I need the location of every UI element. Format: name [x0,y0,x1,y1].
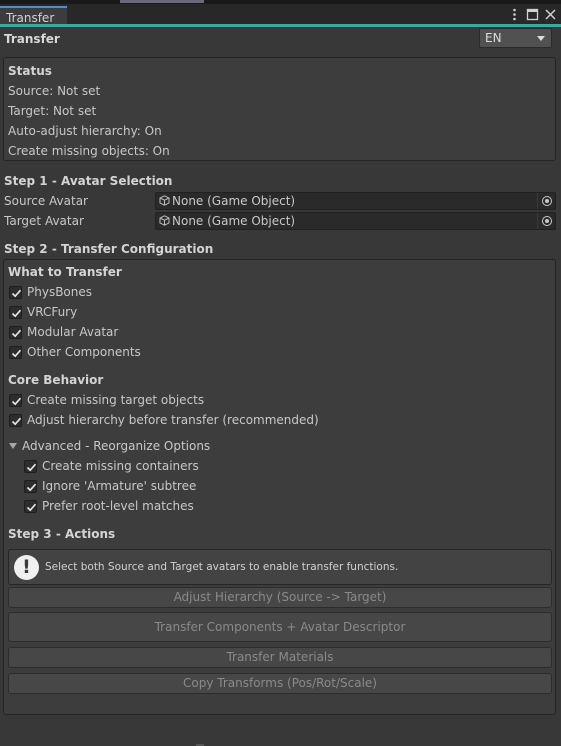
game-object-icon [159,195,170,206]
core-behavior-title: Core Behavior [8,373,104,387]
checkbox-label: Ignore 'Armature' subtree [42,479,197,493]
configuration-box: What to Transfer PhysBones VRCFury Modul… [3,259,556,715]
maximize-icon[interactable] [526,7,539,22]
status-source: Source: Not set [8,84,101,98]
transfer-window: Transfer EN Status Source: Not set Targe… [0,27,561,746]
checkbox[interactable] [9,305,22,319]
window-header-title: Transfer [4,32,60,46]
check-icon [11,329,22,337]
copy-transforms-button[interactable]: Copy Transforms (Pos/Rot/Scale) [8,673,552,694]
tab-label: Transfer [6,11,55,25]
status-box: Status Source: Not set Target: Not set A… [3,57,556,161]
target-avatar-label: Target Avatar [4,214,84,228]
window-controls [508,7,557,22]
checkbox-label: Create missing target objects [27,393,205,407]
language-value: EN [485,31,502,45]
check-icon [26,483,37,491]
checkbox-row-create-containers[interactable]: Create missing containers [24,458,199,474]
checkbox[interactable] [9,285,22,299]
status-title: Status [8,64,52,78]
checkbox[interactable] [24,479,37,493]
foldout-arrow-icon [9,443,17,449]
close-icon[interactable] [544,7,557,22]
checkbox-label: Adjust hierarchy before transfer (recomm… [27,413,319,427]
transfer-materials-button[interactable]: Transfer Materials [8,647,552,668]
checkbox[interactable] [9,325,22,339]
help-box: Select both Source and Target avatars to… [8,549,552,585]
source-avatar-value: None (Game Object) [172,194,296,208]
status-auto-adjust: Auto-adjust hierarchy: On [8,124,162,138]
check-icon [11,349,22,357]
check-icon [11,417,22,425]
checkbox-row-create-missing-targets[interactable]: Create missing target objects [9,392,204,408]
checkbox[interactable] [9,345,22,359]
tab-bar: Transfer [0,4,561,26]
checkbox-row-modular-avatar[interactable]: Modular Avatar [9,324,118,340]
object-picker-icon[interactable] [537,213,555,229]
step2-title: Step 2 - Transfer Configuration [4,242,214,256]
advanced-foldout[interactable]: Advanced - Reorganize Options [9,439,210,453]
object-picker-icon[interactable] [537,193,555,209]
checkbox[interactable] [24,499,37,513]
check-icon [11,309,22,317]
chevron-down-icon [537,36,545,41]
target-avatar-value: None (Game Object) [172,214,296,228]
tab-transfer[interactable]: Transfer [0,6,67,26]
checkbox-label: VRCFury [27,305,78,319]
step1-title: Step 1 - Avatar Selection [4,174,173,188]
step3-title: Step 3 - Actions [8,527,116,541]
checkbox-label: Other Components [27,345,141,359]
transfer-components-button[interactable]: Transfer Components + Avatar Descriptor [8,612,552,642]
check-icon [11,397,22,405]
checkbox-row-vrcfury[interactable]: VRCFury [9,304,77,320]
adjust-hierarchy-button[interactable]: Adjust Hierarchy (Source -> Target) [8,587,552,608]
checkbox-label: Prefer root-level matches [42,499,194,513]
target-avatar-field[interactable]: None (Game Object) [155,212,556,230]
checkbox-row-ignore-armature[interactable]: Ignore 'Armature' subtree [24,478,196,494]
checkbox-label: Create missing containers [42,459,199,473]
checkbox-row-prefer-root[interactable]: Prefer root-level matches [24,498,194,514]
language-dropdown[interactable]: EN [479,28,552,48]
status-target: Target: Not set [8,104,97,118]
checkbox[interactable] [9,393,22,407]
source-avatar-label: Source Avatar [4,194,88,208]
checkbox[interactable] [9,413,22,427]
checkbox-label: Modular Avatar [27,325,119,339]
background-window-sliver [120,0,204,3]
checkbox-row-adjust-hierarchy[interactable]: Adjust hierarchy before transfer (recomm… [9,412,319,428]
game-object-icon [159,215,170,226]
help-text: Select both Source and Target avatars to… [45,561,399,573]
check-icon [11,289,22,297]
advanced-foldout-label: Advanced - Reorganize Options [22,439,211,453]
status-create-missing: Create missing objects: On [8,144,170,158]
more-options-icon[interactable] [508,7,521,22]
what-to-transfer-title: What to Transfer [8,265,122,279]
warning-icon [14,555,39,580]
checkbox-label: PhysBones [27,285,93,299]
source-avatar-field[interactable]: None (Game Object) [155,192,556,210]
checkbox-row-other-components[interactable]: Other Components [9,344,141,360]
check-icon [26,503,37,511]
checkbox-row-physbones[interactable]: PhysBones [9,284,92,300]
checkbox[interactable] [24,459,37,473]
check-icon [26,463,37,471]
